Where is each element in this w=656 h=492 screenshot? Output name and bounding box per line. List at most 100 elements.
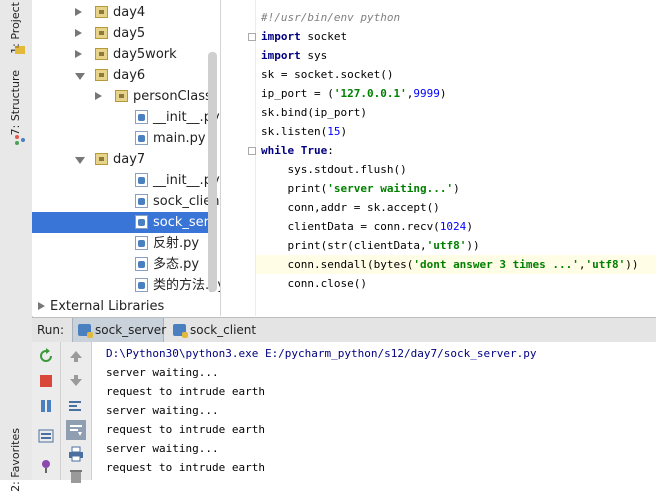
layout-icon[interactable] <box>38 428 54 444</box>
tree-item[interactable]: main.py <box>32 128 208 149</box>
code-line[interactable]: conn.close() <box>261 274 366 293</box>
python-file-icon <box>135 194 148 208</box>
console-command-line: D:\Python30\python3.exe E:/pycharm_pytho… <box>106 347 537 360</box>
project-icon <box>15 46 25 54</box>
tree-item[interactable]: day6 <box>32 65 208 86</box>
tree-item-label: personClass <box>133 89 212 104</box>
tree-item[interactable]: day5 <box>32 23 208 44</box>
code-line[interactable]: import socket <box>261 27 347 46</box>
python-file-icon <box>135 110 148 124</box>
folder-icon <box>95 27 108 39</box>
pin-icon[interactable] <box>38 458 54 474</box>
tree-item[interactable]: 多态.py <box>32 254 208 275</box>
tree-item-label: day7 <box>113 152 146 167</box>
expand-arrow-icon[interactable] <box>75 50 82 58</box>
run-tab-label: sock_client <box>190 323 257 337</box>
tree-item-label: main.py <box>153 131 206 146</box>
tree-item-label: 反射.py <box>153 236 200 251</box>
tree-item[interactable]: day7 <box>32 149 208 170</box>
structure-icon <box>15 135 25 145</box>
pause-icon[interactable] <box>38 398 54 414</box>
python-run-icon <box>78 324 93 338</box>
python-file-icon <box>135 257 148 271</box>
code-line[interactable]: #!/usr/bin/env python <box>261 8 400 27</box>
python-file-icon <box>135 215 148 229</box>
tree-item[interactable]: __init__.py <box>32 170 220 191</box>
expand-arrow-icon[interactable] <box>38 302 45 310</box>
folder-icon <box>95 153 108 165</box>
code-line[interactable]: while True: <box>261 141 334 160</box>
tree-item[interactable]: External Libraries <box>32 296 208 316</box>
tree-item-selected[interactable]: sock_server.py <box>32 212 220 233</box>
tree-item-label: day4 <box>113 5 146 20</box>
folder-icon <box>95 6 108 18</box>
tree-item[interactable]: 反射.py <box>32 233 208 254</box>
fold-marker-icon[interactable] <box>248 33 256 41</box>
run-tab-label: sock_server <box>95 323 167 337</box>
console-output-line: request to intrude earth <box>106 461 265 474</box>
python-run-icon <box>173 324 188 338</box>
fold-marker-icon[interactable] <box>248 147 256 155</box>
tool-window-strip: 1: Project 7: Structure 2: Favorites <box>0 0 33 492</box>
run-toolbar-secondary <box>61 342 92 483</box>
folder-icon <box>95 48 108 60</box>
python-file-icon <box>135 131 148 145</box>
print-icon[interactable] <box>68 446 84 462</box>
tree-item[interactable]: day4 <box>32 2 208 23</box>
tree-item[interactable]: __init__.py <box>32 107 220 128</box>
expand-arrow-icon[interactable] <box>75 29 82 37</box>
tree-item[interactable]: personClass <box>32 86 212 107</box>
code-line[interactable]: clientData = conn.recv(1024) <box>261 217 472 236</box>
tree-scrollbar[interactable] <box>208 52 217 292</box>
tree-item-label: External Libraries <box>50 299 165 314</box>
expand-arrow-icon[interactable] <box>95 92 102 100</box>
code-line[interactable]: ip_port = ('127.0.0.1',9999) <box>261 84 446 103</box>
rerun-icon[interactable] <box>38 348 54 364</box>
structure-tool-tab[interactable]: 7: Structure <box>9 70 22 135</box>
run-tab-sock-client[interactable]: sock_client <box>168 318 260 342</box>
code-line[interactable]: conn,addr = sk.accept() <box>261 198 439 217</box>
run-toolbar-primary <box>32 342 61 480</box>
tree-item-label: day6 <box>113 68 146 83</box>
down-arrow-icon[interactable] <box>68 373 84 389</box>
editor-gutter <box>221 0 256 316</box>
run-tab-sock-server[interactable]: sock_server <box>72 318 167 342</box>
folder-icon <box>95 69 108 81</box>
code-line[interactable]: sk = socket.socket() <box>261 65 393 84</box>
tree-item-label: day5 <box>113 26 146 41</box>
folder-icon <box>115 90 128 102</box>
up-arrow-icon[interactable] <box>68 348 84 364</box>
code-line[interactable]: conn.sendall(bytes('dont answer 3 times … <box>256 255 656 274</box>
tree-item-label: 多态.py <box>153 257 200 272</box>
clear-all-icon[interactable] <box>68 468 84 484</box>
python-file-icon <box>135 236 148 250</box>
python-file-icon <box>135 278 148 292</box>
code-line[interactable]: print('server waiting...') <box>261 179 459 198</box>
expand-arrow-icon[interactable] <box>75 8 82 16</box>
collapse-arrow-icon[interactable] <box>75 73 85 80</box>
console-output-line: server waiting... <box>106 366 219 379</box>
code-line[interactable]: sys.stdout.flush() <box>261 160 406 179</box>
tree-item[interactable]: sock_client.py <box>32 191 220 212</box>
tree-item[interactable]: 类的方法.py <box>32 275 220 296</box>
code-line[interactable]: import sys <box>261 46 327 65</box>
run-console[interactable]: D:\Python30\python3.exe E:/pycharm_pytho… <box>92 342 656 480</box>
code-line[interactable]: sk.listen(15) <box>261 122 347 141</box>
soft-wrap-icon[interactable] <box>68 398 84 414</box>
scroll-to-end-icon[interactable] <box>66 420 86 440</box>
stop-icon[interactable] <box>38 373 54 389</box>
project-tree[interactable]: day4 day5 day5work day6 personClass __init__.… <box>32 0 221 316</box>
console-output-line: server waiting... <box>106 442 219 455</box>
console-output-line: request to intrude earth <box>106 423 265 436</box>
tree-item[interactable]: day5work <box>32 44 208 65</box>
code-editor[interactable]: #!/usr/bin/env python import socket import… <box>256 0 656 316</box>
run-label: Run: <box>37 323 65 337</box>
run-panel-header: Run: sock_server sock_client <box>32 317 656 343</box>
code-line[interactable]: sk.bind(ip_port) <box>261 103 367 122</box>
console-output-line: request to intrude earth <box>106 385 265 398</box>
favorites-tool-tab[interactable]: 2: Favorites <box>9 428 22 492</box>
code-line[interactable]: print(str(clientData,'utf8')) <box>261 236 479 255</box>
python-file-icon <box>135 173 148 187</box>
tree-item-label: day5work <box>113 47 177 62</box>
collapse-arrow-icon[interactable] <box>75 157 85 164</box>
